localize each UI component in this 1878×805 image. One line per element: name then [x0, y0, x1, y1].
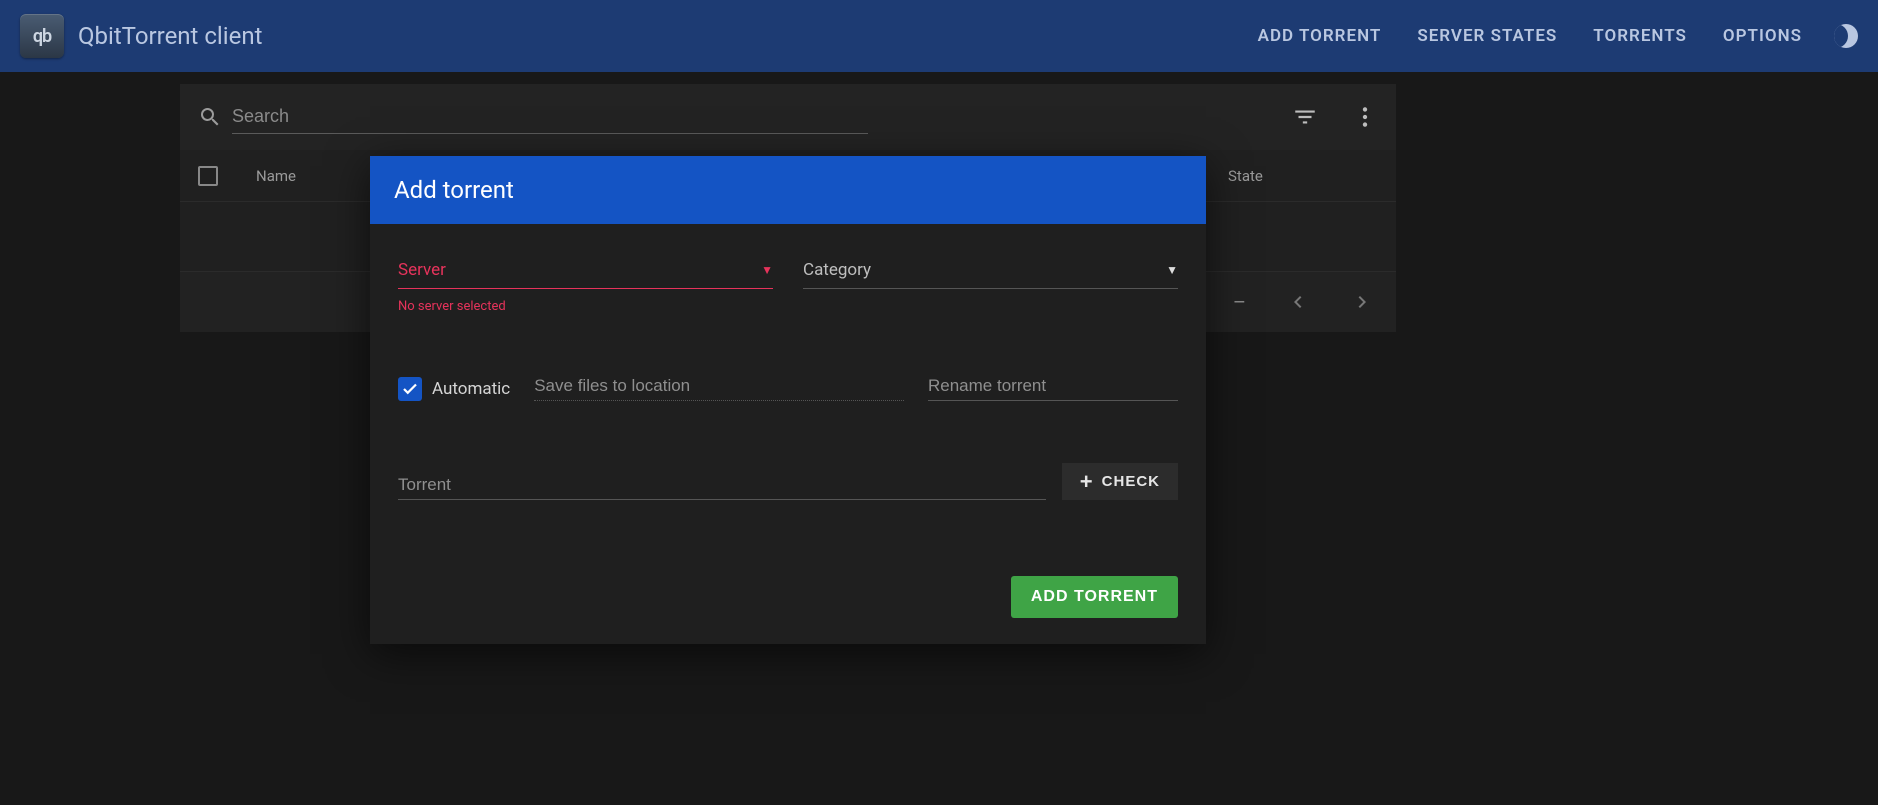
- chevron-down-icon: ▼: [1166, 263, 1178, 277]
- add-torrent-button[interactable]: ADD TORRENT: [1011, 576, 1178, 618]
- toolbar: [180, 84, 1396, 150]
- top-bar: qb QbitTorrent client ADD TORRENT SERVER…: [0, 0, 1878, 72]
- rename-torrent-input[interactable]: [928, 372, 1178, 401]
- app-logo: qb: [20, 14, 64, 58]
- torrent-input[interactable]: [398, 471, 1046, 500]
- save-location-input[interactable]: [534, 372, 904, 401]
- dialog-title: Add torrent: [370, 156, 1206, 224]
- check-icon: [398, 377, 422, 401]
- server-select[interactable]: Server ▼ No server selected: [398, 260, 773, 314]
- theme-toggle-icon[interactable]: [1834, 24, 1858, 48]
- category-label: Category: [803, 260, 871, 280]
- nav-server-states[interactable]: SERVER STATES: [1417, 26, 1557, 46]
- search-field: [198, 100, 868, 134]
- app-title: QbitTorrent client: [78, 22, 262, 50]
- nav-options[interactable]: OPTIONS: [1723, 26, 1802, 46]
- footer-separator: –: [1233, 290, 1246, 314]
- add-torrent-dialog: Add torrent Server ▼ No server selected …: [370, 156, 1206, 644]
- server-helper-text: No server selected: [398, 299, 773, 314]
- automatic-checkbox[interactable]: Automatic: [398, 377, 510, 401]
- chevron-down-icon: ▼: [761, 263, 773, 277]
- automatic-label: Automatic: [432, 379, 510, 399]
- column-state[interactable]: State: [1228, 167, 1378, 185]
- category-select[interactable]: Category ▼: [803, 260, 1178, 289]
- server-label: Server: [398, 260, 446, 280]
- select-all-checkbox[interactable]: [198, 166, 218, 186]
- search-input[interactable]: [232, 100, 868, 134]
- search-icon: [198, 105, 222, 129]
- nav-torrents[interactable]: TORRENTS: [1593, 26, 1687, 46]
- next-page-icon[interactable]: [1350, 290, 1374, 314]
- check-button[interactable]: + CHECK: [1062, 463, 1178, 500]
- nav-add-torrent[interactable]: ADD TORRENT: [1258, 26, 1382, 46]
- filter-icon[interactable]: [1292, 104, 1318, 130]
- check-button-label: CHECK: [1102, 473, 1160, 490]
- more-vert-icon[interactable]: [1352, 104, 1378, 130]
- prev-page-icon[interactable]: [1286, 290, 1310, 314]
